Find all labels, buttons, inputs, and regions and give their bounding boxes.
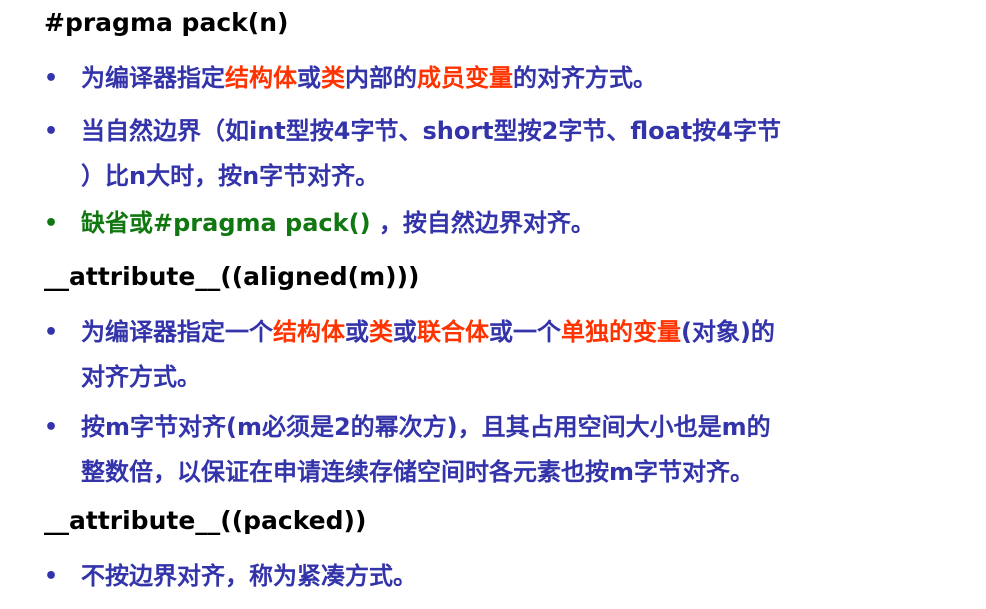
- text-segment-red: 结构体: [225, 64, 297, 92]
- text-segment-blue: 或: [297, 64, 321, 92]
- bullet-text: 为编译器指定一个结构体或类或联合体或一个单独的变量(对象)的 对齐方式。: [81, 310, 961, 400]
- text-segment-blue: 的对齐方式。: [513, 64, 657, 92]
- bullet-text: 为编译器指定结构体或类内部的成员变量的对齐方式。: [81, 56, 961, 101]
- text-segment-red: 类: [321, 64, 345, 92]
- text-segment-green: 缺省或#pragma pack(): [81, 209, 371, 237]
- bullet-text: 按m字节对齐(m必须是2的幂次方)，且其占用空间大小也是m的 整数倍，以保证在申…: [81, 405, 961, 495]
- heading-attribute-aligned: __attribute__((aligned(m))): [44, 262, 420, 291]
- text-segment-red: 成员变量: [417, 64, 513, 92]
- text-segment-blue: 为编译器指定一个: [81, 318, 273, 346]
- slide: #pragma pack(n) • 为编译器指定结构体或类内部的成员变量的对齐方…: [0, 0, 986, 609]
- bullet-dot-icon: •: [44, 320, 59, 345]
- text-segment-blue: 或: [345, 318, 369, 346]
- bullet-text: 不按边界对齐，称为紧凑方式。: [81, 554, 961, 599]
- heading-pragma-pack: #pragma pack(n): [44, 8, 289, 37]
- text-segment-blue: 或一个: [489, 318, 561, 346]
- bullet-text: 缺省或#pragma pack() ，按自然边界对齐。: [81, 201, 961, 246]
- text-segment-blue: 或: [393, 318, 417, 346]
- heading-attribute-packed: __attribute__((packed)): [44, 506, 367, 535]
- text-segment-red: 单独的变量: [561, 318, 681, 346]
- text-segment-blue: 不按边界对齐，称为紧凑方式。: [81, 562, 417, 590]
- text-segment-blue: 当自然边界（如int型按4字节、short型按2字节、float按4字节 ）比n…: [81, 117, 781, 190]
- text-segment-blue: 为编译器指定: [81, 64, 225, 92]
- text-segment-blue: ，按自然边界对齐。: [370, 209, 595, 237]
- text-segment-red: 联合体: [417, 318, 489, 346]
- bullet-dot-icon: •: [44, 66, 59, 91]
- bullet-dot-icon: •: [44, 119, 59, 144]
- text-segment-red: 结构体: [273, 318, 345, 346]
- bullet-dot-icon: •: [44, 211, 59, 236]
- text-segment-blue: 内部的: [345, 64, 417, 92]
- text-segment-blue: 按m字节对齐(m必须是2的幂次方)，且其占用空间大小也是m的 整数倍，以保证在申…: [81, 413, 771, 486]
- text-segment-red: 类: [369, 318, 393, 346]
- bullet-dot-icon: •: [44, 415, 59, 440]
- bullet-text: 当自然边界（如int型按4字节、short型按2字节、float按4字节 ）比n…: [81, 109, 961, 199]
- bullet-dot-icon: •: [44, 564, 59, 589]
